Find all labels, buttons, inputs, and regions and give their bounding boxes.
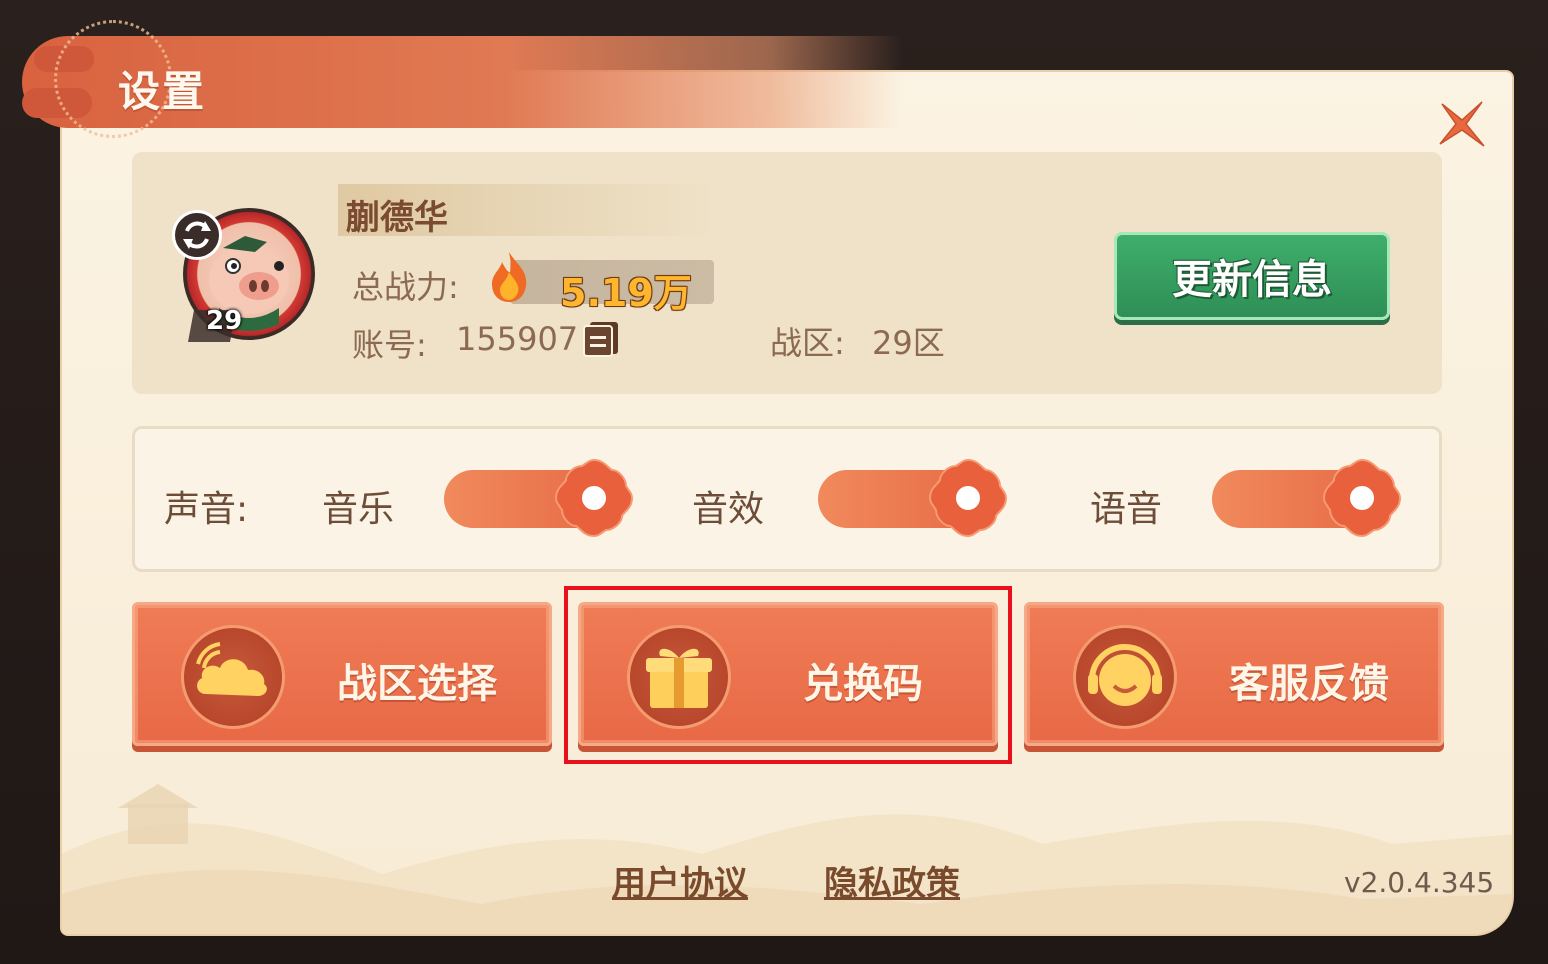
server-select-button[interactable]: 战区选择 (132, 602, 552, 746)
privacy-policy-link[interactable]: 隐私政策 (824, 856, 960, 905)
server-label: 战区: (770, 324, 845, 362)
update-info-label: 更新信息 (1172, 257, 1332, 303)
sfx-toggle-knob-icon[interactable] (926, 456, 1010, 540)
switch-avatar-icon[interactable] (172, 210, 222, 260)
highlight-box (564, 586, 1012, 764)
music-label: 音乐 (322, 489, 395, 530)
voice-toggle-knob-icon[interactable] (1320, 456, 1404, 540)
cloud-icon-badge (181, 625, 285, 729)
server-value: 29区 (872, 324, 945, 362)
sound-label: 声音: (164, 489, 249, 530)
customer-service-label: 客服反馈 (1229, 661, 1389, 707)
server-select-label: 战区选择 (337, 661, 497, 707)
cloud-icon (196, 642, 267, 696)
dialog-title: 设置 (118, 67, 207, 116)
mountain-decoration (62, 784, 1512, 934)
update-info-button[interactable]: 更新信息 (1114, 232, 1390, 320)
flame-icon (492, 252, 527, 302)
close-icon[interactable] (1436, 98, 1488, 150)
power-value: 5.19万 (560, 271, 692, 315)
copy-icon[interactable] (582, 320, 620, 358)
account-label: 账号: (352, 326, 427, 364)
power-label: 总战力: (352, 268, 459, 306)
voice-label: 语音 (1090, 489, 1163, 530)
player-name: 蒯德华 (346, 198, 448, 238)
headset-icon (1088, 644, 1162, 706)
player-level: 29 (206, 306, 243, 336)
music-toggle-knob-icon[interactable] (552, 456, 636, 540)
sfx-label: 音效 (692, 489, 765, 530)
account-value: 155907 (456, 320, 579, 358)
version-label: v2.0.4.345 (1344, 866, 1495, 899)
customer-service-button[interactable]: 客服反馈 (1024, 602, 1444, 746)
user-agreement-link[interactable]: 用户协议 (612, 856, 748, 905)
headset-icon-badge (1073, 625, 1177, 729)
